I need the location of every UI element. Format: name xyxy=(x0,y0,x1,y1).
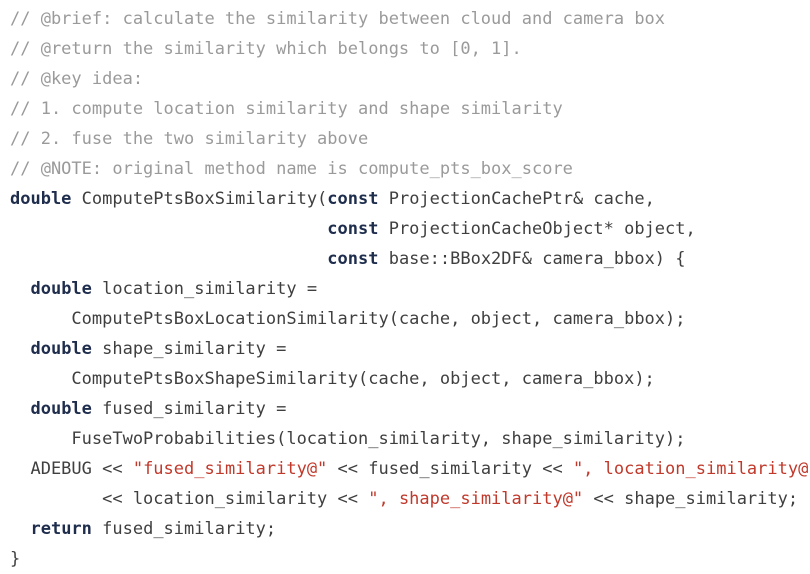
code-token-plain: } xyxy=(10,549,21,569)
code-line: return fused_similarity; xyxy=(0,514,810,544)
code-line: // @NOTE: original method name is comput… xyxy=(0,154,810,184)
code-token-plain: fused_similarity = xyxy=(91,399,287,419)
code-token-comment: // 1. compute location similarity and sh… xyxy=(10,99,563,119)
code-token-plain: FuseTwoProbabilities(location_similarity… xyxy=(10,429,686,449)
code-token-keyword: const xyxy=(327,219,379,239)
code-line: } xyxy=(0,544,810,574)
code-token-keyword: double xyxy=(30,279,92,299)
code-token-keyword: double xyxy=(10,189,72,209)
code-token-string: ", location_similarity@" xyxy=(572,459,810,479)
code-token-keyword: double xyxy=(30,339,92,359)
code-token-plain: shape_similarity = xyxy=(91,339,287,359)
code-line: const base::BBox2DF& camera_bbox) { xyxy=(0,244,810,274)
code-token-comment: // 2. fuse the two similarity above xyxy=(10,129,369,149)
code-token-comment: // @brief: calculate the similarity betw… xyxy=(10,9,666,29)
code-line: const ProjectionCacheObject* object, xyxy=(0,214,810,244)
code-token-keyword: double xyxy=(30,399,92,419)
code-token-plain: ComputePtsBoxLocationSimilarity(cache, o… xyxy=(10,309,686,329)
code-token-plain: fused_similarity; xyxy=(91,519,277,539)
code-line: // @key idea: xyxy=(0,64,810,94)
code-line: double shape_similarity = xyxy=(0,334,810,364)
code-token-plain: base::BBox2DF& camera_bbox) { xyxy=(378,249,686,269)
code-token-keyword: const xyxy=(327,249,379,269)
code-token-plain: ProjectionCachePtr& cache, xyxy=(378,189,655,209)
code-line: double fused_similarity = xyxy=(0,394,810,424)
code-line: FuseTwoProbabilities(location_similarity… xyxy=(0,424,810,454)
code-token-plain: ProjectionCacheObject* object, xyxy=(378,219,696,239)
code-token-string: "fused_similarity@" xyxy=(132,459,328,479)
code-token-plain: << shape_similarity; xyxy=(583,489,799,509)
code-viewer[interactable]: // @brief: calculate the similarity betw… xyxy=(0,0,810,569)
code-token-plain: << location_similarity << xyxy=(10,489,369,509)
code-line: // @brief: calculate the similarity betw… xyxy=(0,4,810,34)
code-token-plain: << fused_similarity << xyxy=(327,459,573,479)
code-token-keyword: return xyxy=(30,519,92,539)
code-line: // 1. compute location similarity and sh… xyxy=(0,94,810,124)
code-line: ComputePtsBoxLocationSimilarity(cache, o… xyxy=(0,304,810,334)
code-token-plain: location_similarity = xyxy=(91,279,318,299)
code-token-comment: // @key idea: xyxy=(10,69,144,89)
code-line: ComputePtsBoxShapeSimilarity(cache, obje… xyxy=(0,364,810,394)
code-line: << location_similarity << ", shape_simil… xyxy=(0,484,810,514)
code-token-plain: ComputePtsBoxShapeSimilarity(cache, obje… xyxy=(10,369,655,389)
code-line: ADEBUG << "fused_similarity@" << fused_s… xyxy=(0,454,810,484)
code-line: double ComputePtsBoxSimilarity(const Pro… xyxy=(0,184,810,214)
code-token-keyword: const xyxy=(327,189,379,209)
code-token-plain: ADEBUG << xyxy=(10,459,133,479)
code-line: // @return the similarity which belongs … xyxy=(0,34,810,64)
code-line: double location_similarity = xyxy=(0,274,810,304)
code-token-string: ", shape_similarity@" xyxy=(368,489,584,509)
code-line: // 2. fuse the two similarity above xyxy=(0,124,810,154)
code-token-comment: // @NOTE: original method name is comput… xyxy=(10,159,573,179)
code-token-comment: // @return the similarity which belongs … xyxy=(10,39,522,59)
code-token-plain: ComputePtsBoxSimilarity( xyxy=(71,189,328,209)
